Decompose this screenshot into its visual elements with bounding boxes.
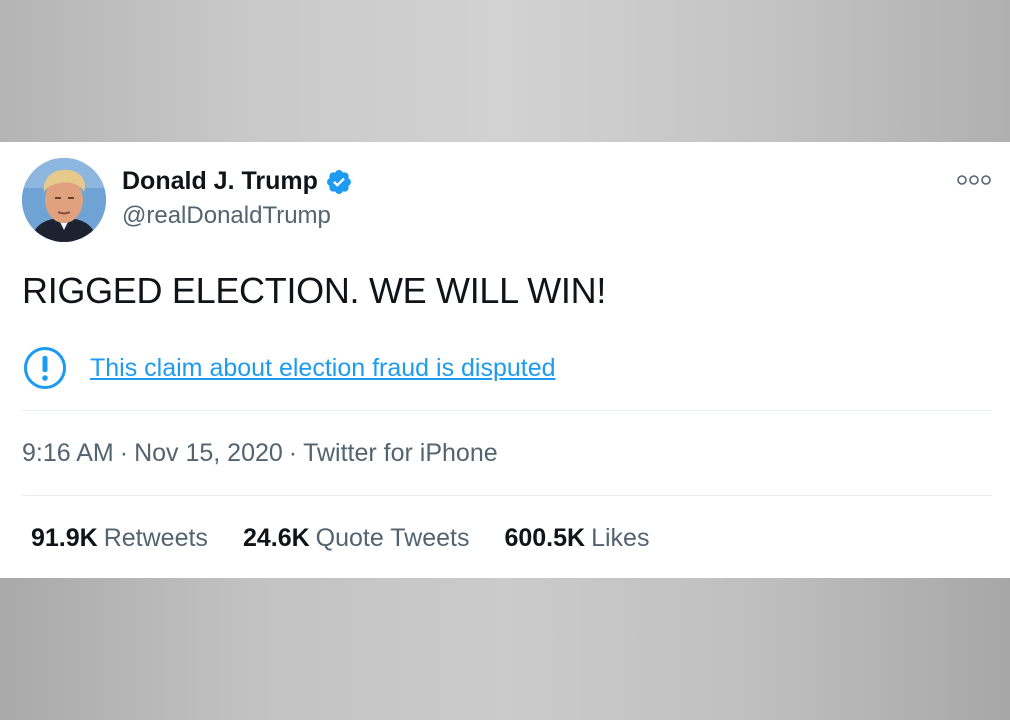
stat-label: Retweets [103,524,208,552]
divider [22,495,992,496]
likes-stat[interactable]: 600.5K Likes [504,524,649,553]
verified-badge-icon [325,168,353,196]
tweet-date[interactable]: Nov 15, 2020 [134,439,283,467]
stat-label: Quote Tweets [315,524,470,552]
profile-photo [22,158,106,242]
tweet-time[interactable]: 9:16 AM [22,439,114,467]
blurred-background-bottom [0,578,1010,720]
tweet-text: RIGGED ELECTION. WE WILL WIN! [22,270,607,311]
stat-value: 24.6K [242,524,310,552]
more-options-button[interactable] [956,172,992,188]
tweet-card: Donald J. Trump @realDonaldTrump RIGGED … [0,142,1010,578]
exclamation-circle-icon [23,346,67,390]
divider [22,410,992,411]
avatar[interactable] [22,158,106,242]
tweet-meta: 9:16 AM · Nov 15, 2020 · Twitter for iPhone [22,439,498,468]
display-name-row[interactable]: Donald J. Trump [122,167,353,196]
meta-separator: · [288,439,298,467]
disputed-claim-link[interactable]: This claim about election fraud is dispu… [90,354,556,383]
stat-label: Likes [591,524,650,552]
blurred-background-top [0,0,1010,142]
stat-value: 91.9K [31,524,98,552]
meta-separator: · [119,439,129,467]
retweets-stat[interactable]: 91.9K Retweets [31,524,208,553]
tweet-source[interactable]: Twitter for iPhone [303,439,498,467]
more-dots-icon [957,175,991,185]
display-name[interactable]: Donald J. Trump [122,167,318,196]
quote-tweets-stat[interactable]: 24.6K Quote Tweets [243,524,470,553]
stat-value: 600.5K [504,524,586,552]
user-handle[interactable]: @realDonaldTrump [122,202,331,230]
tweet-stats: 91.9K Retweets 24.6K Quote Tweets 600.5K Li… [31,524,684,553]
